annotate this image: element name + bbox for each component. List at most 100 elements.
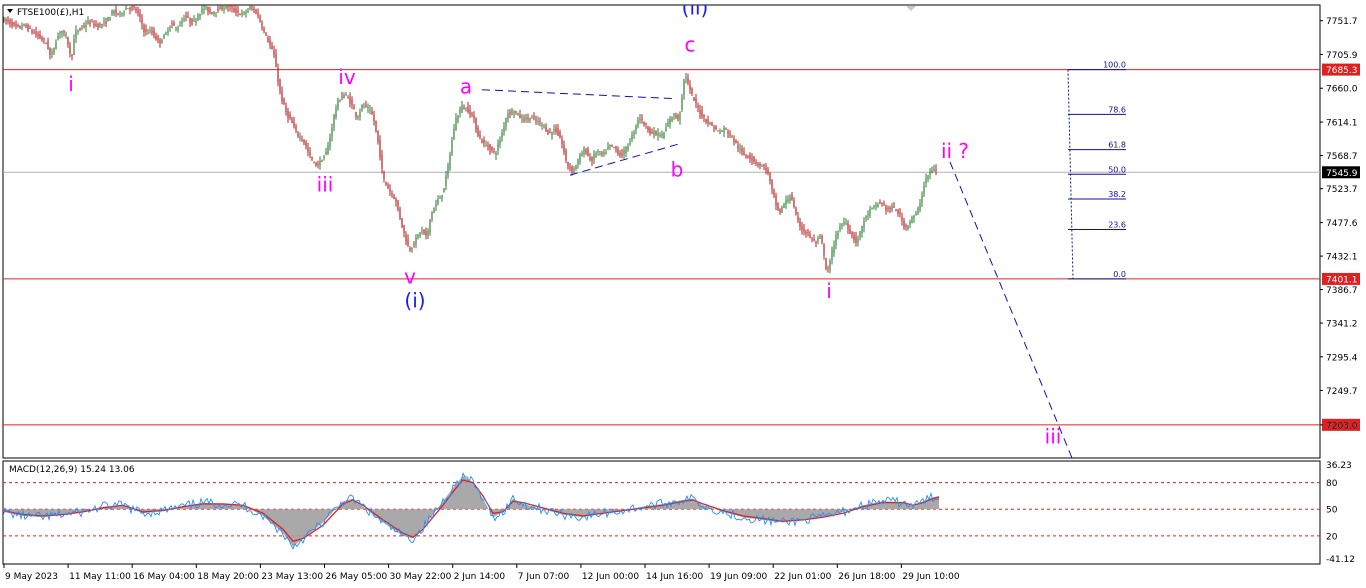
candle[interactable] (459, 108, 461, 114)
candle[interactable] (761, 165, 763, 167)
candle[interactable] (777, 202, 779, 210)
candle[interactable] (273, 50, 275, 56)
macd-panel[interactable] (2, 460, 1321, 565)
candle[interactable] (785, 199, 787, 205)
candle[interactable] (701, 110, 703, 117)
candle[interactable] (347, 97, 349, 99)
candle[interactable] (723, 128, 725, 133)
candle[interactable] (737, 145, 739, 149)
candle[interactable] (209, 9, 211, 13)
candle[interactable] (773, 189, 775, 197)
candle[interactable] (787, 199, 789, 202)
candle[interactable] (393, 195, 395, 199)
candle[interactable] (375, 120, 377, 132)
candle[interactable] (555, 128, 557, 132)
candle[interactable] (225, 5, 227, 8)
candle[interactable] (613, 146, 615, 148)
candle[interactable] (431, 212, 433, 220)
candle[interactable] (439, 197, 441, 199)
candle[interactable] (733, 138, 735, 143)
candle[interactable] (511, 109, 513, 115)
candle[interactable] (615, 146, 617, 150)
candle[interactable] (269, 39, 271, 45)
candle[interactable] (593, 154, 595, 160)
candle[interactable] (371, 111, 373, 115)
candle[interactable] (727, 131, 729, 134)
candle[interactable] (243, 12, 245, 14)
candle[interactable] (653, 131, 655, 135)
candle[interactable] (483, 139, 485, 144)
candle[interactable] (319, 161, 321, 166)
candle[interactable] (293, 121, 295, 127)
candle[interactable] (493, 151, 495, 153)
candle[interactable] (25, 25, 27, 28)
candle[interactable] (489, 144, 491, 151)
candle[interactable] (487, 145, 489, 148)
candle[interactable] (619, 153, 621, 156)
candle[interactable] (405, 234, 407, 242)
candle[interactable] (749, 154, 751, 159)
candle[interactable] (633, 132, 635, 135)
candle[interactable] (427, 229, 429, 237)
candle[interactable] (541, 124, 543, 126)
candle[interactable] (887, 207, 889, 209)
candle[interactable] (253, 9, 255, 11)
candle[interactable] (751, 158, 753, 161)
candle[interactable] (357, 116, 359, 118)
candle[interactable] (823, 245, 825, 256)
candle[interactable] (755, 162, 757, 164)
candle[interactable] (3, 18, 5, 22)
candle[interactable] (361, 105, 363, 111)
candle[interactable] (599, 151, 601, 153)
candle[interactable] (407, 239, 409, 247)
candle[interactable] (49, 47, 51, 55)
candle[interactable] (311, 156, 313, 160)
candle[interactable] (337, 99, 339, 108)
candle[interactable] (695, 98, 697, 104)
candle[interactable] (833, 245, 835, 254)
candle[interactable] (537, 121, 539, 123)
candle[interactable] (825, 258, 827, 270)
candle[interactable] (649, 128, 651, 134)
candle[interactable] (241, 12, 243, 14)
candle[interactable] (651, 132, 653, 134)
candle[interactable] (39, 33, 41, 39)
candle[interactable] (523, 118, 525, 121)
candle[interactable] (909, 220, 911, 225)
candle[interactable] (791, 194, 793, 200)
candle[interactable] (907, 225, 909, 229)
candle[interactable] (915, 213, 917, 216)
candle[interactable] (931, 169, 933, 174)
candle[interactable] (759, 162, 761, 166)
candle[interactable] (625, 146, 627, 154)
candle[interactable] (119, 11, 121, 13)
candle[interactable] (317, 163, 319, 165)
candle[interactable] (123, 11, 125, 14)
candle[interactable] (137, 10, 139, 14)
candle[interactable] (183, 19, 185, 21)
candle[interactable] (647, 126, 649, 131)
candle[interactable] (917, 208, 919, 213)
candle[interactable] (551, 131, 553, 136)
candle[interactable] (865, 215, 867, 219)
candle[interactable] (35, 31, 37, 35)
candle[interactable] (65, 34, 67, 36)
candle[interactable] (465, 107, 467, 109)
candle[interactable] (457, 115, 459, 122)
candle[interactable] (853, 235, 855, 240)
candle[interactable] (849, 229, 851, 234)
candle[interactable] (139, 13, 141, 18)
candle[interactable] (875, 205, 877, 207)
candle[interactable] (125, 8, 127, 10)
candle[interactable] (213, 12, 215, 14)
candle[interactable] (605, 152, 607, 154)
candle[interactable] (455, 118, 457, 130)
candle[interactable] (359, 112, 361, 117)
candle[interactable] (747, 156, 749, 158)
candle[interactable] (411, 247, 413, 251)
candle[interactable] (589, 157, 591, 160)
candle[interactable] (53, 47, 55, 54)
candle[interactable] (767, 169, 769, 173)
candle[interactable] (873, 205, 875, 208)
candle[interactable] (329, 137, 331, 148)
